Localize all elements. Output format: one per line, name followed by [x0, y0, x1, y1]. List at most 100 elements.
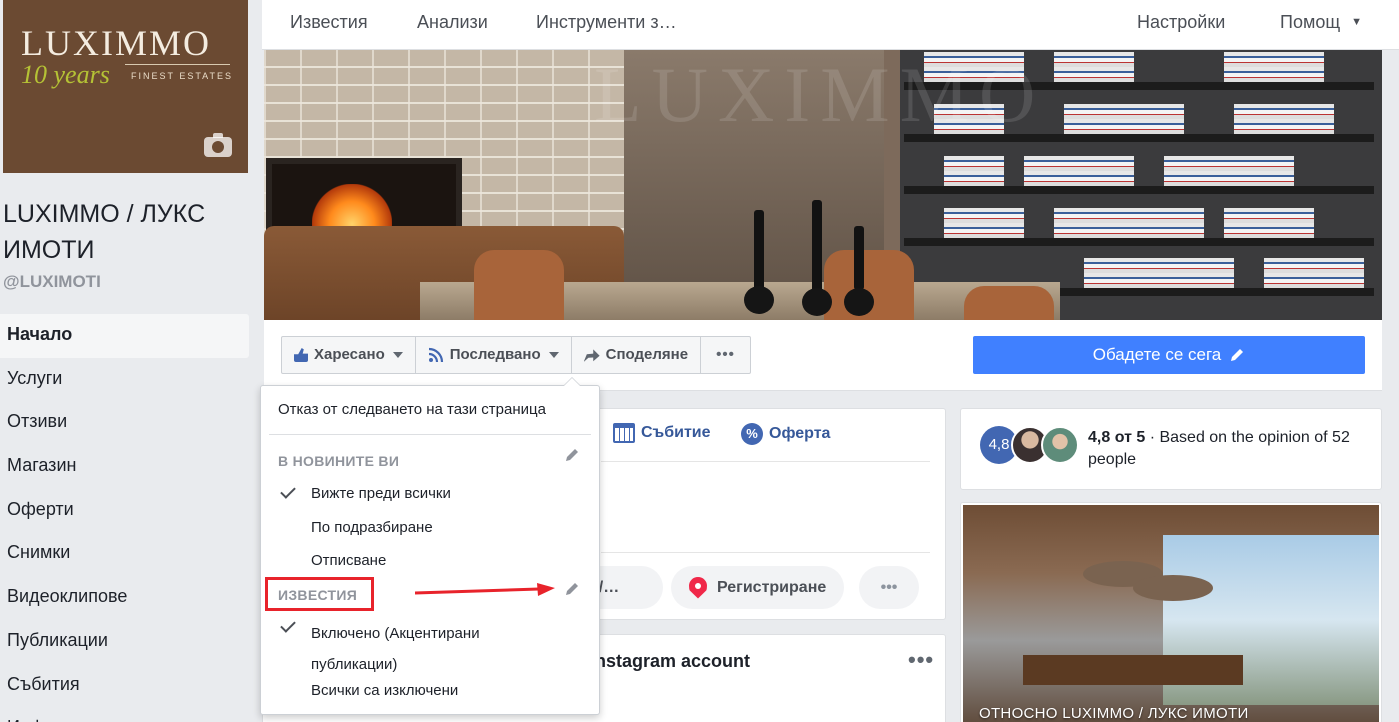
nav-item-photos[interactable]: Снимки	[0, 532, 249, 576]
nav-item-info[interactable]: Информация	[0, 707, 249, 722]
tab-insights[interactable]: Анализи	[417, 12, 488, 33]
liked-button[interactable]: Харесано	[282, 337, 416, 373]
more-options-button[interactable]: •••	[701, 337, 750, 373]
help-label: Помощ	[1280, 12, 1341, 32]
nav-item-videos[interactable]: Видеоклипове	[0, 576, 249, 620]
post-options-button[interactable]: •••	[908, 647, 934, 673]
menu-divider	[269, 434, 591, 435]
cover-candle	[754, 210, 764, 290]
reviewer-avatar[interactable]	[1041, 426, 1079, 464]
annotation-highlight-box	[265, 577, 374, 611]
call-now-label: Обадете се сега	[1092, 345, 1222, 364]
composer-divider	[601, 461, 930, 462]
chevron-down-icon	[392, 352, 403, 358]
cover-books	[1234, 104, 1334, 134]
liked-label: Харесано	[314, 346, 385, 363]
cover-books	[1054, 208, 1204, 238]
nav-item-home[interactable]: Начало	[0, 314, 249, 358]
cover-candle-base	[744, 286, 774, 314]
location-pin-icon	[689, 576, 707, 599]
logo-tagline: FINEST ESTATES	[131, 71, 234, 81]
thumbs-up-icon	[294, 348, 308, 362]
cover-photo[interactable]: LUXIMMO	[264, 50, 1382, 320]
cover-shelf	[904, 238, 1374, 246]
sidebar: LUXIMMO 10 years FINEST ESTATES LUXIMMO …	[0, 0, 262, 722]
cover-books	[1224, 208, 1314, 238]
cover-candle-base	[844, 288, 874, 316]
tab-notifications[interactable]: Известия	[290, 12, 368, 33]
page-action-buttons: Харесано Последвано Споделяне •••	[281, 336, 752, 374]
check-in-button[interactable]: Регистриране	[671, 566, 845, 609]
composer-divider	[601, 552, 930, 553]
chevron-down-icon	[548, 352, 559, 358]
pencil-icon[interactable]	[563, 446, 581, 464]
on-highlights-option[interactable]: Включено (Акцентирани публикации)	[311, 618, 480, 680]
tab-publishing-tools[interactable]: Инструменти з…	[536, 12, 677, 33]
check-in-label: Регистриране	[717, 578, 827, 596]
chevron-down-icon: ▼	[1351, 16, 1363, 28]
cover-shelf	[904, 186, 1374, 194]
nav-item-offers[interactable]: Оферти	[0, 489, 249, 533]
following-button[interactable]: Последвано	[416, 337, 572, 373]
page-title: LUXIMMO / ЛУКС ИМОТИ	[3, 200, 206, 264]
tab-settings[interactable]: Настройки	[1137, 12, 1225, 33]
cover-books	[1164, 156, 1294, 186]
cover-candle	[854, 226, 864, 290]
nav-item-events[interactable]: Събития	[0, 664, 249, 708]
cover-chair	[474, 250, 564, 320]
page-username[interactable]: @LUXIMOTI	[3, 272, 101, 292]
about-image-lamp	[1133, 575, 1213, 601]
nav-item-reviews[interactable]: Отзиви	[0, 401, 249, 445]
call-now-button[interactable]: Обадете се сега	[973, 336, 1365, 374]
check-icon	[280, 483, 296, 499]
create-event-option[interactable]: Събитие	[613, 423, 711, 443]
cover-books	[1054, 52, 1134, 82]
calendar-icon	[613, 423, 635, 443]
in-your-news-feed-header: В НОВИНИТЕ ВИ	[278, 453, 400, 469]
check-icon	[280, 617, 296, 633]
following-label: Последвано	[449, 346, 541, 363]
unfollow-page-option[interactable]: Отказ от следването на тази страница	[278, 401, 546, 418]
camera-icon[interactable]	[204, 133, 232, 157]
unsubscribe-option[interactable]: Отписване	[311, 552, 386, 569]
cover-books	[1264, 258, 1364, 288]
logo-divider	[125, 64, 230, 65]
following-dropdown-menu: Отказ от следването на тази страница В Н…	[260, 377, 600, 715]
see-first-option[interactable]: Вижте преди всички	[311, 485, 451, 502]
post-title: nstagram account	[595, 651, 751, 671]
cover-candle	[812, 200, 822, 292]
rating-text: 4,8 от 5 · Based on the opinion of 52 pe…	[1088, 429, 1350, 468]
cover-candle-base	[802, 288, 832, 316]
create-event-label: Събитие	[641, 424, 711, 441]
default-option[interactable]: По подразбиране	[311, 519, 433, 536]
all-off-option[interactable]: Всички са изключени	[311, 682, 458, 699]
on-highlights-label-line1: Включено (Акцентирани	[311, 625, 480, 642]
help-menu[interactable]: Помощ ▼	[1280, 12, 1362, 33]
page-profile-picture[interactable]: LUXIMMO 10 years FINEST ESTATES	[3, 0, 248, 173]
cover-books	[1024, 156, 1134, 186]
rss-icon	[428, 347, 443, 363]
cover-chair	[964, 286, 1054, 320]
share-icon	[583, 349, 600, 362]
page-action-bar: Харесано Последвано Споделяне ••• Обадет…	[264, 320, 1382, 391]
cover-books	[1224, 52, 1324, 82]
pencil-icon[interactable]	[563, 580, 581, 598]
composer-more-button[interactable]: •••	[859, 566, 919, 609]
share-button[interactable]: Споделяне	[572, 337, 702, 373]
nav-item-posts[interactable]: Публикации	[0, 620, 249, 664]
create-offer-label: Оферта	[769, 425, 831, 442]
rating-value: 4,8 от 5	[1088, 429, 1146, 446]
rating-summary: 4,8 4,8 от 5 · Based on the opinion of 5…	[960, 408, 1382, 490]
about-card[interactable]: ОТНОСНО LUXIMMO / ЛУКС ИМОТИ	[960, 502, 1382, 722]
share-label: Споделяне	[605, 346, 689, 363]
annotation-arrow-icon	[415, 583, 555, 596]
about-image-table	[1023, 655, 1243, 685]
percent-icon: %	[741, 423, 763, 445]
pencil-icon	[1231, 349, 1244, 361]
nav-item-shop[interactable]: Магазин	[0, 445, 249, 489]
cover-books	[944, 208, 1024, 238]
nav-item-services[interactable]: Услуги	[0, 358, 249, 402]
cover-watermark: LUXIMMO	[594, 51, 1046, 138]
create-offer-option[interactable]: % Оферта	[741, 423, 830, 445]
logo-brand: LUXIMMO	[21, 23, 211, 63]
